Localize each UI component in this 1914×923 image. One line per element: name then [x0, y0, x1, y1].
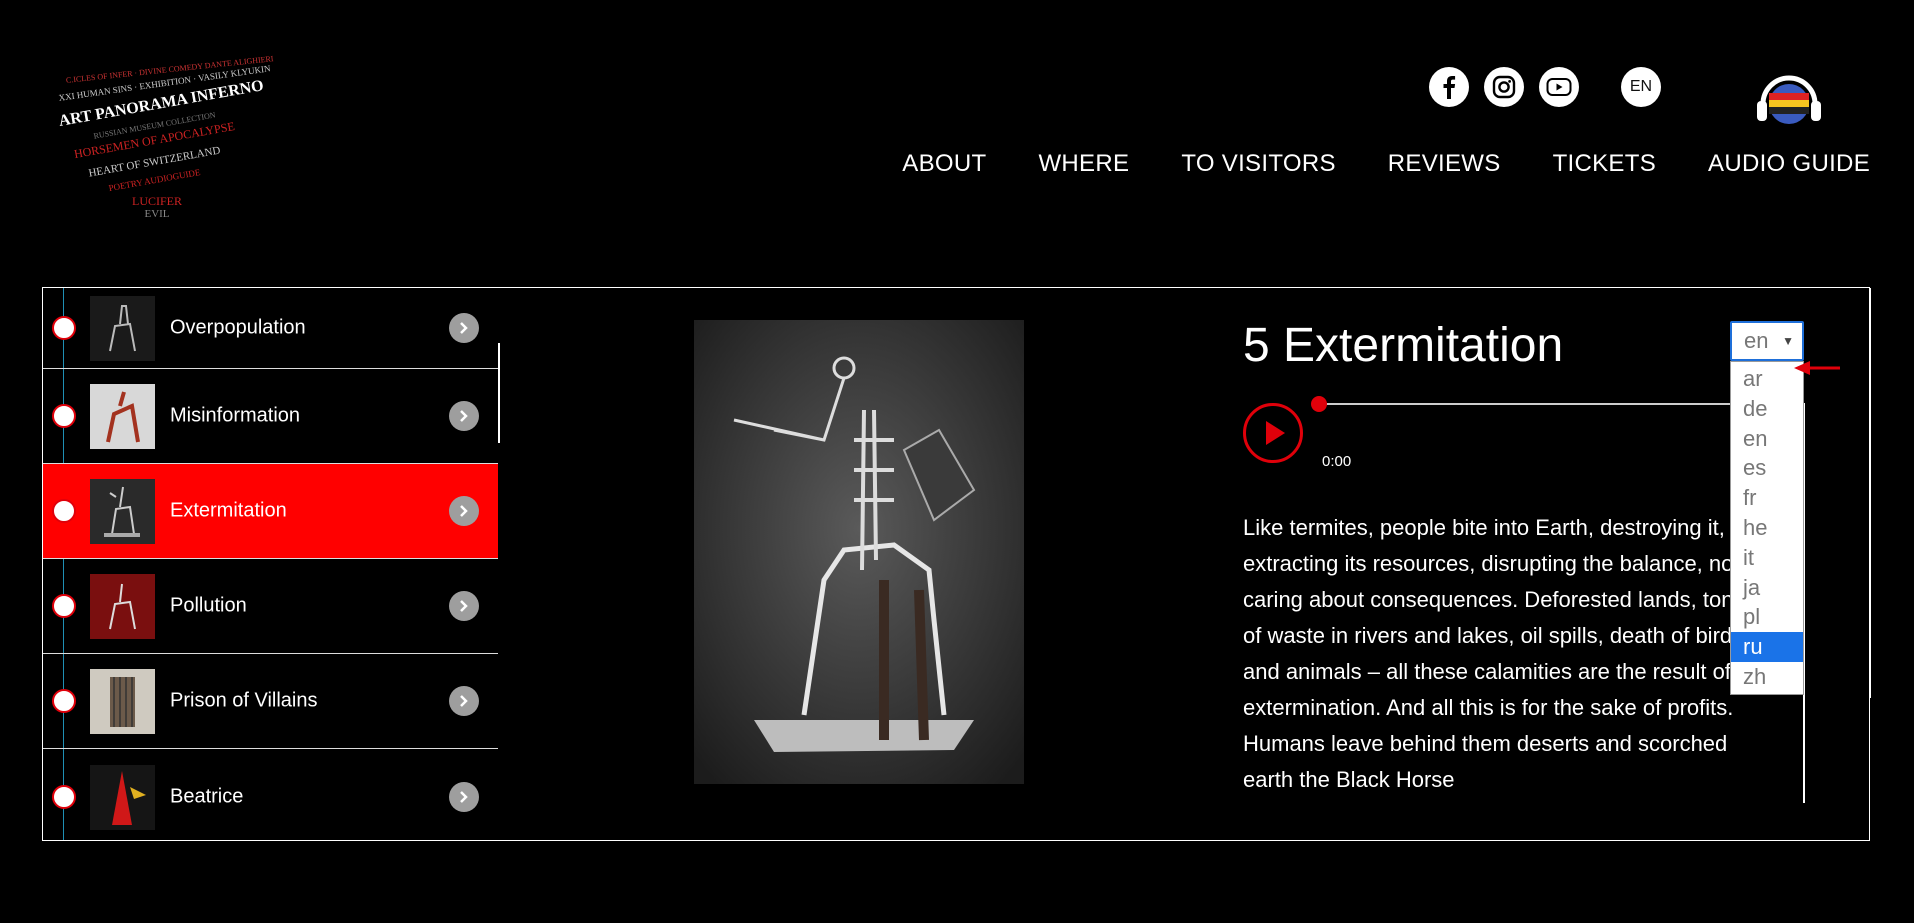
audio-player: 0:00 — [1243, 396, 1773, 478]
svg-text:LUCIFER: LUCIFER — [132, 194, 182, 208]
language-option-ru[interactable]: ru — [1731, 632, 1803, 662]
social-links — [1429, 67, 1579, 107]
exhibit-description: Like termites, people bite into Earth, d… — [1243, 515, 1745, 792]
logo-graphic: C.ICLES OF INFER · DIVINE COMEDY DANTE A… — [57, 54, 274, 220]
list-item-marker — [52, 404, 76, 428]
exhibit-list: Overpopulation Misinformation Extermitat… — [43, 288, 498, 840]
chevron-right-icon[interactable] — [449, 401, 479, 431]
nav-tickets[interactable]: TICKETS — [1553, 150, 1656, 178]
list-scrollbar[interactable] — [498, 343, 500, 443]
language-option-de[interactable]: de — [1731, 394, 1803, 424]
audioguide-headphones-icon[interactable] — [1753, 66, 1825, 128]
list-item-pollution[interactable]: Pollution — [43, 559, 498, 654]
facebook-icon[interactable] — [1429, 67, 1469, 107]
language-option-pl[interactable]: pl — [1731, 602, 1803, 632]
language-option-he[interactable]: he — [1731, 513, 1803, 543]
nav-about[interactable]: ABOUT — [902, 150, 986, 178]
list-item-prison-of-villains[interactable]: Prison of Villains — [43, 654, 498, 749]
progress-handle[interactable] — [1311, 396, 1327, 412]
audio-progress-bar[interactable] — [1311, 396, 1773, 412]
language-button[interactable]: EN — [1621, 67, 1661, 107]
exhibit-title: 5 Extermitation — [1243, 319, 1564, 372]
chevron-right-icon[interactable] — [449, 591, 479, 621]
list-item-marker — [52, 784, 76, 809]
language-options-list: ar de en es fr he it ja pl ru zh — [1730, 361, 1804, 695]
caret-down-icon: ▼ — [1782, 334, 1794, 348]
youtube-icon[interactable] — [1539, 67, 1579, 107]
nav-audio-guide[interactable]: AUDIO GUIDE — [1708, 150, 1870, 178]
list-item-marker — [52, 316, 76, 340]
exhibit-panel: Overpopulation Misinformation Extermitat… — [42, 287, 1871, 841]
list-item-label: Prison of Villains — [170, 689, 318, 712]
chevron-right-icon[interactable] — [449, 313, 479, 343]
arrow-left-icon — [1794, 361, 1840, 375]
language-option-ja[interactable]: ja — [1731, 573, 1803, 603]
language-option-fr[interactable]: fr — [1731, 483, 1803, 513]
play-icon — [1266, 421, 1285, 445]
chevron-right-icon[interactable] — [449, 686, 479, 716]
thumbnail-image — [90, 669, 155, 734]
main-nav: ABOUT WHERE TO VISITORS REVIEWS TICKETS … — [902, 150, 1870, 178]
list-item-extermitation[interactable]: Extermitation — [43, 464, 498, 559]
thumbnail-image — [90, 384, 155, 449]
list-item-marker — [52, 689, 76, 713]
list-item-misinformation[interactable]: Misinformation — [43, 369, 498, 464]
chevron-right-icon[interactable] — [449, 496, 479, 526]
artwork-image — [694, 320, 1024, 784]
nav-where[interactable]: WHERE — [1038, 150, 1129, 178]
list-item-label: Misinformation — [170, 404, 301, 427]
language-option-it[interactable]: it — [1731, 543, 1803, 573]
chevron-right-icon[interactable] — [449, 781, 479, 812]
list-item-label: Pollution — [170, 594, 247, 617]
list-item-marker — [52, 499, 76, 523]
play-button[interactable] — [1243, 403, 1303, 463]
select-value: en — [1744, 328, 1769, 353]
panel-scrollbar[interactable] — [1869, 288, 1871, 698]
list-item-label: Beatrice — [170, 785, 244, 807]
list-item-marker — [52, 594, 76, 618]
svg-text:EVIL: EVIL — [144, 208, 169, 220]
audio-language-select[interactable]: en ▼ — [1730, 321, 1804, 361]
thumbnail-image — [90, 479, 155, 544]
nav-to-visitors[interactable]: TO VISITORS — [1181, 150, 1335, 178]
thumbnail-image — [90, 574, 155, 639]
list-item-label: Extermitation — [170, 499, 287, 522]
thumbnail-image — [90, 764, 155, 830]
list-item-label: Overpopulation — [170, 316, 306, 339]
language-option-en[interactable]: en — [1731, 424, 1803, 454]
site-logo[interactable]: C.ICLES OF INFER · DIVINE COMEDY DANTE A… — [40, 50, 300, 230]
language-option-es[interactable]: es — [1731, 453, 1803, 483]
thumbnail-image — [90, 296, 155, 361]
instagram-icon[interactable] — [1484, 67, 1524, 107]
nav-reviews[interactable]: REVIEWS — [1388, 150, 1501, 178]
list-item-overpopulation[interactable]: Overpopulation — [43, 288, 498, 369]
language-option-zh[interactable]: zh — [1731, 662, 1803, 692]
audio-time: 0:00 — [1322, 453, 1352, 470]
list-item-beatrice[interactable]: Beatrice — [43, 749, 498, 840]
